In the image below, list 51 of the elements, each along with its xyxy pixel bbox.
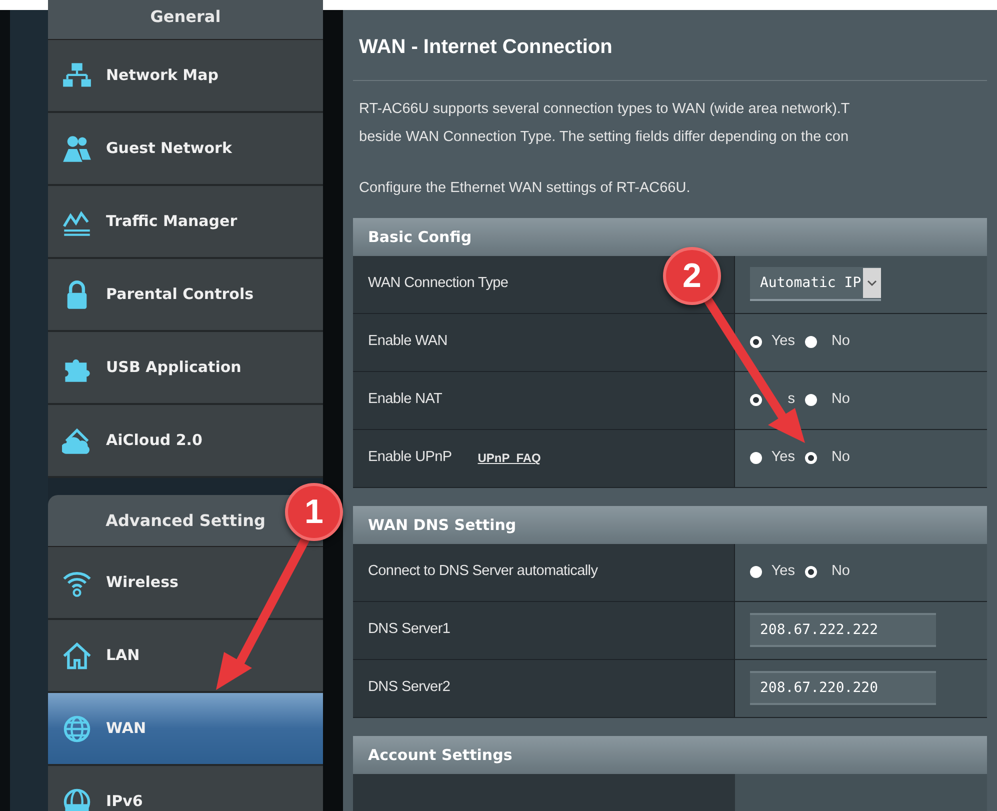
field-label: WAN Connection Type	[368, 274, 508, 294]
description-text: Configure the Ethernet WAN settings of RT-AC66U.	[358, 179, 692, 198]
cloud-icon	[62, 426, 92, 456]
caret-icon	[863, 268, 882, 298]
sidebar-item[interactable]: Traffic Manager	[48, 186, 323, 259]
house-icon	[62, 640, 92, 670]
sidebar-item[interactable]: Network Map	[48, 40, 323, 113]
radio-label: Yes	[770, 562, 795, 582]
section-header: Account Settings	[353, 736, 987, 774]
sidebar-section-header: General	[48, 0, 323, 40]
radio-label: No	[830, 332, 850, 352]
sidebar-item[interactable]: USB Application	[48, 332, 323, 405]
radio-button[interactable]	[750, 394, 762, 406]
radio-button[interactable]	[750, 336, 762, 348]
field-label: DNS Server2	[368, 678, 450, 698]
dns-input-field[interactable]: 208.67.222.222	[750, 613, 936, 648]
field-label: DNS Server1	[368, 620, 450, 640]
field-label: Enable WAN	[368, 332, 448, 352]
dns-input-field[interactable]: 208.67.220.220	[750, 671, 936, 706]
radio-label: s	[786, 390, 795, 410]
radio-label: Yes	[770, 332, 795, 352]
section-header: WAN DNS Setting	[353, 506, 987, 544]
globe-icon	[62, 714, 92, 744]
sidebar-item[interactable]: LAN	[48, 620, 323, 693]
globe-icon	[62, 786, 92, 811]
radio-label: No	[830, 448, 850, 468]
connection-type-dropdown[interactable]: Automatic IP	[750, 267, 882, 302]
radio-label: Yes	[770, 448, 795, 468]
field-label: Connect to DNS Server automatically	[368, 562, 598, 582]
description-text: RT-AC66U supports several connection types to WAN (wide area network).T	[359, 100, 851, 119]
radio-button[interactable]	[805, 336, 817, 348]
sidebar-item[interactable]: Wireless	[48, 547, 323, 620]
field-label: Enable NAT	[368, 390, 442, 410]
sidebar-item[interactable]: Parental Controls	[48, 259, 323, 332]
description-text: beside WAN Connection Type. The setting fields differ depending on the con	[359, 128, 850, 147]
field-label: Enable UPnP	[368, 448, 452, 468]
radio-label: No	[830, 390, 850, 410]
radio-button[interactable]	[750, 452, 762, 464]
faq-link[interactable]: UPnP FAQ	[478, 449, 541, 468]
sidebar-item[interactable]: IPv6	[48, 766, 323, 811]
radio-button[interactable]	[805, 566, 817, 578]
sidebar-item[interactable]: WAN	[48, 693, 323, 766]
page-title: WAN - Internet Connection	[353, 32, 987, 81]
radio-label: No	[830, 562, 850, 582]
radio-button[interactable]	[805, 452, 817, 464]
section-header: Basic Config	[353, 218, 987, 256]
radio-button[interactable]	[805, 394, 817, 406]
sidebar-item[interactable]: Guest Network	[48, 113, 323, 186]
people-icon	[62, 134, 92, 164]
radio-button[interactable]	[750, 566, 762, 578]
sidebar-item[interactable]: AiCloud 2.0	[48, 405, 323, 478]
